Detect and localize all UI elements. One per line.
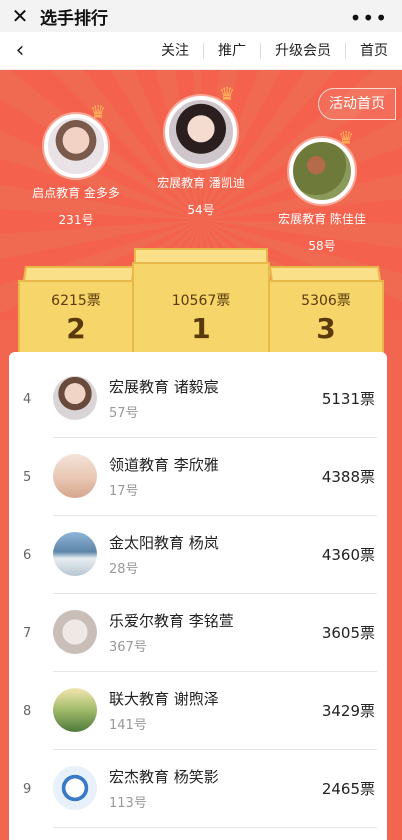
rank-index: 8: [23, 704, 32, 719]
top3-number: 54号: [187, 203, 215, 217]
chevron-left-icon[interactable]: ‹: [0, 32, 40, 70]
page-title: 选手排行: [40, 8, 108, 29]
list-item[interactable]: 7 乐爱尔教育 李铭萱 367号 3605票: [9, 596, 387, 672]
top3-third[interactable]: ♛ 宏展教育 陈佳佳 58号: [268, 128, 376, 254]
contestant-number: 28号: [109, 562, 139, 577]
contestant-name: 领道教育 李欣雅: [109, 456, 219, 474]
divider: [53, 515, 377, 516]
divider: [53, 437, 377, 438]
contestant-name: 乐爱尔教育 李铭萱: [109, 612, 234, 630]
rank-index: 6: [23, 548, 32, 563]
top3-first[interactable]: ♛ 宏展教育 潘凯迪 54号: [147, 84, 255, 218]
podium-votes: 6215票: [51, 293, 101, 309]
contestant-name: 宏杰教育 杨笑影: [109, 768, 219, 786]
window-titlebar: ✕ 选手排行 •••: [0, 0, 402, 32]
vote-count: 5131票: [321, 390, 375, 408]
nav-upgrade-link[interactable]: 升级会员: [260, 43, 345, 59]
top3-name: 启点教育 金多多: [32, 186, 120, 200]
nav-bar: ‹ 关注 推广 升级会员 首页: [0, 32, 402, 70]
podium-rank: 1: [191, 312, 211, 345]
crown-icon: ♛: [90, 102, 107, 123]
nav-links: 关注 推广 升级会员 首页: [147, 32, 402, 70]
list-item[interactable]: 6 金太阳教育 杨岚 28号 4360票: [9, 518, 387, 594]
divider: [53, 593, 377, 594]
rank-index: 4: [23, 392, 32, 407]
contestant-name: 宏展教育 诸毅宸: [109, 378, 219, 396]
contestant-number: 367号: [109, 640, 147, 655]
top3-name: 宏展教育 潘凯迪: [157, 176, 245, 190]
divider: [53, 827, 377, 828]
list-item[interactable]: 5 领道教育 李欣雅 17号 4388票: [9, 440, 387, 516]
podium-votes: 5306票: [301, 293, 351, 309]
podium-first: 10567票 1: [132, 262, 270, 356]
list-item[interactable]: 8 联大教育 谢煦泽 141号 3429票: [9, 674, 387, 750]
podium-rank: 2: [66, 312, 86, 345]
divider: [53, 749, 377, 750]
activity-home-button[interactable]: 活动首页: [318, 88, 396, 120]
top3-name: 宏展教育 陈佳佳: [278, 212, 366, 226]
contestant-number: 141号: [109, 718, 147, 733]
ranking-list: 4 宏展教育 诸毅宸 57号 5131票 5 领道教育 李欣雅 17号 4388…: [9, 352, 387, 840]
vote-count: 3429票: [321, 702, 375, 720]
crown-icon: ♛: [338, 128, 355, 149]
avatar: [53, 610, 97, 654]
divider: [53, 671, 377, 672]
vote-count: 4360票: [321, 546, 375, 564]
avatar: [165, 96, 237, 168]
avatar: [53, 376, 97, 420]
rank-index: 7: [23, 626, 32, 641]
close-icon[interactable]: ✕: [0, 0, 40, 32]
list-item[interactable]: 4 宏展教育 诸毅宸 57号 5131票: [9, 362, 387, 438]
contestant-name: 联大教育 谢煦泽: [109, 690, 219, 708]
rank-index: 9: [23, 782, 32, 797]
rank-index: 5: [23, 470, 32, 485]
podium-votes: 10567票: [171, 293, 231, 309]
more-icon[interactable]: •••: [350, 6, 388, 30]
nav-home-link[interactable]: 首页: [345, 43, 402, 59]
podium-second: 6215票 2: [18, 280, 134, 356]
avatar: [53, 532, 97, 576]
vote-count: 4388票: [321, 468, 375, 486]
podium-third: 5306票 3: [268, 280, 384, 356]
top3-second[interactable]: ♛ 启点教育 金多多 231号: [22, 102, 130, 228]
top3-number: 58号: [308, 239, 336, 253]
avatar: [53, 766, 97, 810]
contestant-number: 57号: [109, 406, 139, 421]
avatar: [53, 454, 97, 498]
contestant-number: 17号: [109, 484, 139, 499]
avatar: [44, 114, 108, 178]
nav-promote-link[interactable]: 推广: [203, 43, 260, 59]
vote-count: 3605票: [321, 624, 375, 642]
list-item[interactable]: 9 宏杰教育 杨笑影 113号 2465票: [9, 752, 387, 828]
avatar: [53, 688, 97, 732]
crown-icon: ♛: [219, 84, 236, 105]
vote-count: 2465票: [321, 780, 375, 798]
nav-follow-link[interactable]: 关注: [147, 43, 203, 59]
top3-number: 231号: [58, 213, 94, 227]
contestant-name: 金太阳教育 杨岚: [109, 534, 219, 552]
podium-rank: 3: [316, 312, 336, 345]
contestant-number: 113号: [109, 796, 147, 811]
